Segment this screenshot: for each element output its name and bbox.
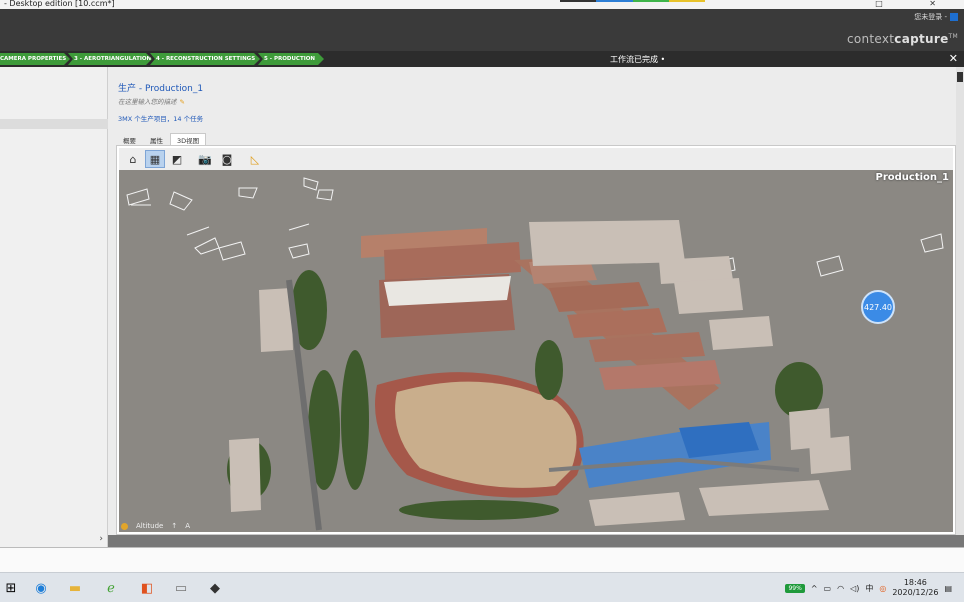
window-controls[interactable]: □ ✕ xyxy=(875,0,958,8)
viewport-status-bar: Altitude ↑ A xyxy=(121,520,190,532)
contextcapture-app-icon[interactable]: ◆ xyxy=(206,580,224,596)
volume-icon[interactable]: ◁) xyxy=(850,584,859,593)
step-camera-properties[interactable]: CAMERA PROPERTIES xyxy=(0,53,70,65)
3d-viewport[interactable]: Production_1 427.40 Altitude ↑ A xyxy=(119,170,953,532)
snapshot-icon[interactable]: 📷 xyxy=(195,150,215,168)
home-icon[interactable]: ⌂ xyxy=(123,150,143,168)
3d-scene xyxy=(119,170,953,532)
description-field[interactable]: 在这里输入您的描述 ✎ xyxy=(118,96,185,106)
tray-chevron-icon[interactable]: ^ xyxy=(811,584,818,593)
ime-indicator[interactable]: 中 xyxy=(865,583,873,594)
tab-summary[interactable]: 概要 xyxy=(116,133,143,145)
workflow-step-bar: CAMERA PROPERTIES 3 - AEROTRIANGULATION … xyxy=(0,51,964,67)
status-a: A xyxy=(185,522,191,530)
description-placeholder: 在这里输入您的描述 xyxy=(118,98,177,106)
brand-logo: contextcaptureTM xyxy=(847,32,958,46)
edge-browser-icon[interactable]: ◉ xyxy=(32,580,50,596)
production-summary: 3MX 个生产项目，14 个任务 xyxy=(118,115,204,123)
title-stripe xyxy=(632,0,669,2)
scroll-thumb[interactable] xyxy=(957,72,963,82)
brand-tm: TM xyxy=(948,33,958,40)
tab-3d-view[interactable]: 3D视图 xyxy=(170,133,207,145)
window-title: - Desktop edition [10.ccm*] xyxy=(4,0,115,8)
brand-bold: capture xyxy=(894,32,949,46)
coordinate-bubble[interactable]: 427.40 xyxy=(861,290,895,324)
3d-view-toolbar: ⌂ ▦ ◩ 📷 ◙ ◺ xyxy=(119,148,953,170)
wifi-icon[interactable]: ◠ xyxy=(837,584,844,593)
status-dot-icon xyxy=(121,522,128,530)
photos-app-icon[interactable]: ▭ xyxy=(172,580,190,596)
close-icon[interactable]: ✕ xyxy=(949,52,958,65)
altitude-label: Altitude xyxy=(136,522,164,530)
production-tabs: 概要 属性 3D视图 xyxy=(116,133,207,145)
office-icon[interactable]: ◧ xyxy=(138,580,156,596)
notification-icon[interactable]: ▤ xyxy=(944,584,952,593)
network-icon[interactable]: ▭ xyxy=(824,584,832,593)
chevron-right-icon[interactable]: › xyxy=(99,534,103,544)
measure-icon[interactable]: ◺ xyxy=(245,150,265,168)
tab-properties[interactable]: 属性 xyxy=(143,133,170,145)
step-reconstruction-settings[interactable]: 4 - RECONSTRUCTION SETTINGS xyxy=(150,53,260,65)
workflow-status: 工作流已完成 • xyxy=(610,55,666,64)
north-arrow-icon: ↑ xyxy=(171,522,178,530)
selected-tree-item[interactable] xyxy=(0,119,108,129)
step-aerotriangulation[interactable]: 3 - AEROTRIANGULATION xyxy=(68,53,152,65)
file-explorer-icon[interactable]: ▬ xyxy=(66,580,84,596)
project-tree-panel: › xyxy=(0,67,108,547)
vertical-scrollbar[interactable] xyxy=(956,67,964,535)
clock[interactable]: 18:46 2020/12/26 xyxy=(892,578,938,598)
title-bar: - Desktop edition [10.ccm*] □ ✕ xyxy=(0,0,964,9)
brand-light: context xyxy=(846,32,895,46)
production-panel: 生产 - Production_1 在这里输入您的描述 ✎ 3MX 个生产项目，1… xyxy=(108,67,964,547)
user-status-text: 您未登录 - xyxy=(914,13,947,21)
bottom-band xyxy=(108,535,964,547)
security-icon[interactable]: ◎ xyxy=(879,584,886,593)
title-stripes xyxy=(560,0,705,2)
ie-browser-icon[interactable]: ℯ xyxy=(102,580,120,596)
user-icon xyxy=(950,13,958,21)
status-gap xyxy=(0,547,964,572)
battery-indicator[interactable]: 99% xyxy=(785,583,805,593)
clock-date: 2020/12/26 xyxy=(892,588,939,597)
clock-time: 18:46 xyxy=(903,578,927,587)
title-stripe xyxy=(560,0,597,2)
task-view-icon[interactable]: ⊞ xyxy=(2,580,20,596)
system-tray: 99% ^ ▭ ◠ ◁) 中 ◎ 18:46 2020/12/26 ▤ xyxy=(785,578,952,598)
3d-view-frame: ⌂ ▦ ◩ 📷 ◙ ◺ Production_1 427.40 Altitude… xyxy=(116,145,956,535)
production-title: 生产 - Production_1 xyxy=(118,84,204,94)
app-header: 您未登录 - contextcaptureTM xyxy=(0,9,964,51)
windows-taskbar: ⊞ ◉ ▬ ℯ ◧ ▭ ◆ 99% ^ ▭ ◠ ◁) 中 ◎ 18:46 202… xyxy=(0,572,964,602)
pencil-icon[interactable]: ✎ xyxy=(180,98,185,106)
user-status[interactable]: 您未登录 - xyxy=(914,12,958,22)
texture-mode-icon[interactable]: ▦ xyxy=(145,150,165,168)
app-window: - Desktop edition [10.ccm*] □ ✕ 您未登录 - c… xyxy=(0,0,964,602)
camera-icon[interactable]: ◙ xyxy=(217,150,237,168)
step-production[interactable]: 5 - PRODUCTION xyxy=(258,53,324,65)
title-stripe xyxy=(668,0,705,2)
title-stripe xyxy=(596,0,633,2)
wireframe-mode-icon[interactable]: ◩ xyxy=(167,150,187,168)
viewport-label: Production_1 xyxy=(875,172,950,183)
